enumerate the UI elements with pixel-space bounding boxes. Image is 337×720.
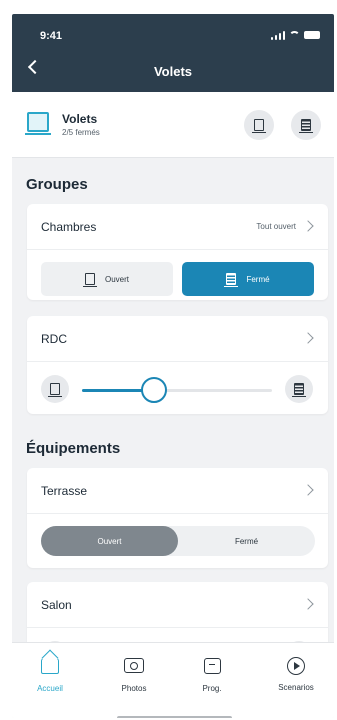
shutter-open-icon xyxy=(82,273,97,287)
nav-item-accueil[interactable]: Accueil xyxy=(20,655,80,693)
equipment-card-terrasse: Terrasse Ouvert Fermé xyxy=(27,468,328,568)
nav-item-prog[interactable]: Prog. xyxy=(182,655,242,693)
calendar-icon xyxy=(202,658,222,678)
play-icon xyxy=(286,657,306,677)
equipments-section-title: Équipements xyxy=(26,440,121,457)
close-slider-end-button[interactable] xyxy=(285,375,313,403)
open-label: Ouvert xyxy=(104,274,129,284)
nav-item-photos[interactable]: Photos xyxy=(104,655,164,693)
closed-option[interactable]: Fermé xyxy=(178,526,315,556)
group-row-rdc[interactable]: RDC xyxy=(27,316,328,362)
equipment-name: Terrasse xyxy=(41,484,88,498)
home-indicator xyxy=(117,716,232,718)
summary-title: Volets xyxy=(62,112,98,126)
nav-label: Prog. xyxy=(202,684,222,693)
open-button[interactable]: Ouvert xyxy=(41,262,173,296)
page-title: Volets xyxy=(153,64,193,79)
home-icon xyxy=(40,658,60,678)
groups-section-title: Groupes xyxy=(26,176,88,193)
close-all-button[interactable] xyxy=(291,110,321,140)
shutter-window-icon xyxy=(25,112,51,135)
group-card-rdc: RDC xyxy=(27,316,328,414)
open-closed-toggle[interactable]: Ouvert Fermé xyxy=(41,526,315,556)
summary-subtitle: 2/5 fermés xyxy=(62,128,100,137)
shutter-closed-icon xyxy=(292,383,306,397)
equipment-name: Salon xyxy=(41,598,72,612)
open-option[interactable]: Ouvert xyxy=(41,526,178,556)
chevron-right-icon xyxy=(302,484,314,496)
equipment-row-terrasse[interactable]: Terrasse xyxy=(27,468,328,514)
closed-button[interactable]: Fermé xyxy=(182,262,314,296)
slider-thumb[interactable] xyxy=(141,377,168,403)
signal-icon xyxy=(270,31,285,40)
wifi-icon xyxy=(289,31,300,39)
open-slider-end-button[interactable] xyxy=(41,375,69,403)
group-card-chambres: Chambres Tout ouvert Ouvert Fermé xyxy=(27,204,328,300)
shutter-open-icon xyxy=(48,383,62,397)
equipment-row-salon[interactable]: Salon xyxy=(27,582,328,628)
group-name: RDC xyxy=(41,332,67,346)
nav-label: Accueil xyxy=(37,684,63,693)
summary-bar: Volets 2/5 fermés xyxy=(12,92,334,158)
nav-label: Scenarios xyxy=(278,683,314,692)
group-name: Chambres xyxy=(41,220,97,234)
camera-icon xyxy=(124,658,144,678)
chevron-right-icon xyxy=(302,220,314,232)
bottom-navigation: Accueil Photos Prog. Scenarios xyxy=(12,642,334,718)
shutter-open-icon xyxy=(252,119,266,133)
shutter-closed-icon xyxy=(224,273,239,287)
battery-icon xyxy=(304,31,320,39)
chevron-right-icon xyxy=(302,332,314,344)
open-all-button[interactable] xyxy=(244,110,274,140)
nav-item-scenarios[interactable]: Scenarios xyxy=(266,655,326,692)
group-row-chambres[interactable]: Chambres Tout ouvert xyxy=(27,204,328,250)
group-status: Tout ouvert xyxy=(256,222,296,231)
closed-label: Fermé xyxy=(246,274,270,284)
status-time: 9:41 xyxy=(40,30,63,42)
status-icons xyxy=(270,30,320,40)
phone-screen: 9:41 Volets Volets 2/5 fermés Groupes Ch… xyxy=(12,14,334,718)
nav-label: Photos xyxy=(121,684,147,693)
shutter-closed-icon xyxy=(299,119,313,133)
app-header: 9:41 Volets xyxy=(12,14,334,92)
position-slider-rdc[interactable] xyxy=(82,377,272,403)
chevron-right-icon xyxy=(302,598,314,610)
